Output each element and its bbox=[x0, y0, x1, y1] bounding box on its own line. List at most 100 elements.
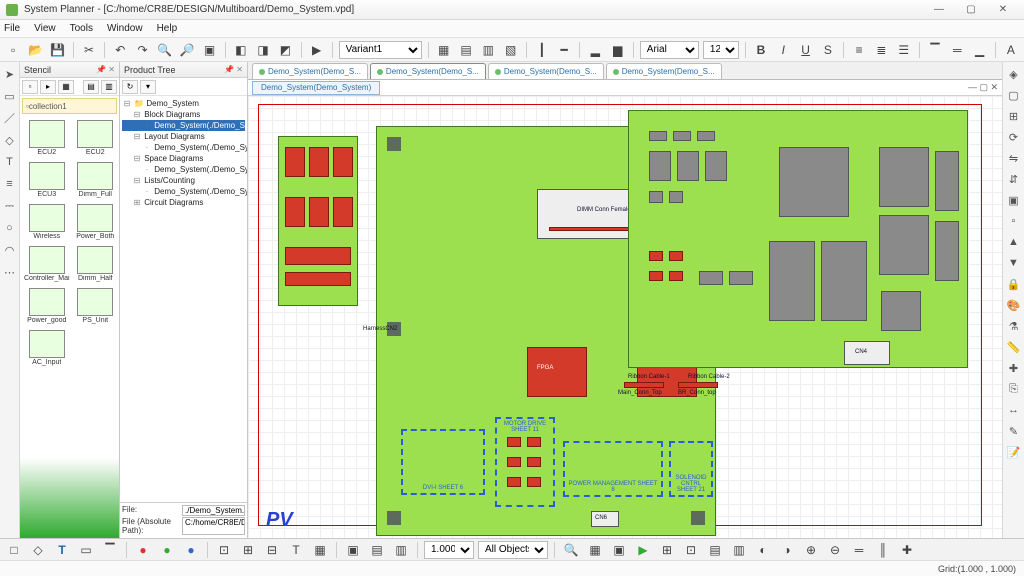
zoom-fit-icon[interactable]: ▣ bbox=[200, 40, 218, 60]
align-left-icon[interactable]: ≡ bbox=[850, 40, 868, 60]
zoom-out-icon[interactable]: 🔎 bbox=[178, 40, 196, 60]
sel3-icon[interactable]: ▥ bbox=[391, 540, 411, 560]
tree-node[interactable]: · Demo_System(./Demo_Syste bbox=[122, 142, 245, 153]
lock-icon[interactable]: 🔒 bbox=[1006, 276, 1022, 292]
valign-b-icon[interactable]: ═ bbox=[948, 40, 966, 60]
minimize-button[interactable]: ― bbox=[924, 2, 954, 18]
q9-icon[interactable]: ◐ bbox=[753, 540, 773, 560]
align-right-icon[interactable]: ☰ bbox=[895, 40, 913, 60]
cube-icon[interactable]: ◈ bbox=[1006, 66, 1022, 82]
menu-file[interactable]: File bbox=[4, 23, 20, 34]
document-tab[interactable]: Demo_System(Demo_S... bbox=[370, 63, 486, 79]
scale-select[interactable]: 1.000 bbox=[424, 541, 474, 559]
new-icon[interactable]: ▫ bbox=[4, 40, 22, 60]
grid-d-icon[interactable]: ▧ bbox=[501, 40, 519, 60]
q10-icon[interactable]: ◑ bbox=[777, 540, 797, 560]
tree-node[interactable]: · Demo_System(./Demo_Syste bbox=[122, 164, 245, 175]
q14-icon[interactable]: ║ bbox=[873, 540, 893, 560]
stencil-new-icon[interactable]: ▫ bbox=[22, 80, 38, 94]
rect-icon[interactable]: ▭ bbox=[2, 88, 18, 104]
layer-b-icon[interactable]: ◨ bbox=[254, 40, 272, 60]
group-icon[interactable]: ▣ bbox=[1006, 192, 1022, 208]
fontsize-select[interactable]: 12 bbox=[703, 41, 739, 59]
grid-c-icon[interactable]: ▥ bbox=[479, 40, 497, 60]
open-icon[interactable]: 📂 bbox=[26, 40, 44, 60]
filter-icon[interactable]: ⚗ bbox=[1006, 318, 1022, 334]
font-color-icon[interactable]: A bbox=[1002, 40, 1020, 60]
menu-tools[interactable]: Tools bbox=[70, 23, 93, 34]
run-icon[interactable]: ▶ bbox=[307, 40, 325, 60]
q6-icon[interactable]: ⊡ bbox=[681, 540, 701, 560]
variant-select[interactable]: Variant1 bbox=[339, 41, 422, 59]
line-icon[interactable]: ／ bbox=[2, 110, 18, 126]
sel2-icon[interactable]: ▤ bbox=[367, 540, 387, 560]
tree-expand-icon[interactable]: ▾ bbox=[140, 80, 156, 94]
pin-icon[interactable]: ○ bbox=[2, 220, 18, 236]
board-ecu[interactable] bbox=[278, 136, 358, 306]
menu-view[interactable]: View bbox=[34, 23, 56, 34]
grid-b-icon[interactable]: ▤ bbox=[457, 40, 475, 60]
tree-node[interactable]: ⊟ Layout Diagrams bbox=[122, 131, 245, 142]
bus-icon[interactable]: ≡ bbox=[2, 176, 18, 192]
cross-icon[interactable]: ✚ bbox=[1006, 360, 1022, 376]
p2-icon[interactable]: ◇ bbox=[28, 540, 48, 560]
more-icon[interactable]: ⋯ bbox=[2, 264, 18, 280]
bold-icon[interactable]: B bbox=[752, 40, 770, 60]
strike-icon[interactable]: S bbox=[819, 40, 837, 60]
chart-icon[interactable]: ▂ bbox=[586, 40, 604, 60]
tree-node[interactable]: ⊟ Space Diagrams bbox=[122, 153, 245, 164]
q7-icon[interactable]: ▤ bbox=[705, 540, 725, 560]
close-button[interactable]: ✕ bbox=[988, 2, 1018, 18]
q8-icon[interactable]: ▥ bbox=[729, 540, 749, 560]
schematic-canvas[interactable]: DIMM Conn Female FPGA MOTOR DRIVE_1 SHEE… bbox=[248, 96, 1002, 538]
q12-icon[interactable]: ⊖ bbox=[825, 540, 845, 560]
flip-h-icon[interactable]: ⇋ bbox=[1006, 150, 1022, 166]
snap-icon[interactable]: ⊞ bbox=[1006, 108, 1022, 124]
tree-node[interactable]: · Demo_System(./Demo_Syste bbox=[122, 120, 245, 131]
q2-icon[interactable]: ▦ bbox=[585, 540, 605, 560]
stencil-open-icon[interactable]: ▸ bbox=[40, 80, 56, 94]
align-b-icon[interactable]: ━ bbox=[555, 40, 573, 60]
p4-icon[interactable]: ▭ bbox=[76, 540, 96, 560]
stencil-item[interactable]: Dimm_Half bbox=[74, 244, 117, 284]
path-field[interactable]: C:/home/CR8E/DE bbox=[182, 517, 245, 535]
tree-pin-icon[interactable]: 📌 ✕ bbox=[224, 65, 243, 74]
grid-a-icon[interactable]: ▦ bbox=[435, 40, 453, 60]
p1-icon[interactable]: □ bbox=[4, 540, 24, 560]
front-icon[interactable]: ▲ bbox=[1006, 234, 1022, 250]
stencil-mode-a-icon[interactable]: ▤ bbox=[83, 80, 99, 94]
palette-icon[interactable]: 🎨 bbox=[1006, 297, 1022, 313]
stencil-item[interactable]: Controller_Mai bbox=[22, 244, 72, 284]
undo-icon[interactable]: ↶ bbox=[111, 40, 129, 60]
anno-icon[interactable]: ✎ bbox=[1006, 423, 1022, 439]
q4-icon[interactable]: ▶ bbox=[633, 540, 653, 560]
color-a-icon[interactable]: ● bbox=[133, 540, 153, 560]
pointer-icon[interactable]: ➤ bbox=[2, 66, 18, 82]
zoom-in-icon[interactable]: 🔍 bbox=[156, 40, 174, 60]
stencil-item[interactable]: ECU2 bbox=[74, 118, 117, 158]
stencil-item[interactable]: ECU3 bbox=[22, 160, 72, 200]
back-icon[interactable]: ▼ bbox=[1006, 255, 1022, 271]
net-icon[interactable]: ⎓ bbox=[2, 198, 18, 214]
collection-bar[interactable]: ▫ collection1 bbox=[22, 98, 117, 114]
stencil-item[interactable]: ECU2 bbox=[22, 118, 72, 158]
flip-v-icon[interactable]: ⇵ bbox=[1006, 171, 1022, 187]
filter-select[interactable]: All Objects bbox=[478, 541, 548, 559]
redo-icon[interactable]: ↷ bbox=[133, 40, 151, 60]
sel1-icon[interactable]: ▣ bbox=[343, 540, 363, 560]
stencil-item[interactable]: Power_Both bbox=[74, 202, 117, 242]
align-a-icon[interactable]: ┃ bbox=[533, 40, 551, 60]
pin-icon[interactable]: 📌 ✕ bbox=[96, 65, 115, 74]
italic-icon[interactable]: I bbox=[774, 40, 792, 60]
tree-body[interactable]: ⊟ 📁 Demo_System ⊟ Block Diagrams· Demo_S… bbox=[120, 96, 247, 502]
stencil-mode-b-icon[interactable]: ▥ bbox=[101, 80, 117, 94]
document-tab[interactable]: Demo_System(Demo_S... bbox=[488, 63, 604, 79]
document-tab[interactable]: Demo_System(Demo_S... bbox=[252, 63, 368, 79]
board-controller[interactable]: CN4 bbox=[628, 110, 968, 368]
color-b-icon[interactable]: ● bbox=[157, 540, 177, 560]
stencil-view-icon[interactable]: ▦ bbox=[58, 80, 74, 94]
box-icon[interactable]: ▢ bbox=[1006, 87, 1022, 103]
stencil-item[interactable]: PS_Unit bbox=[74, 286, 117, 326]
q1-icon[interactable]: 🔍 bbox=[561, 540, 581, 560]
q3-icon[interactable]: ▣ bbox=[609, 540, 629, 560]
